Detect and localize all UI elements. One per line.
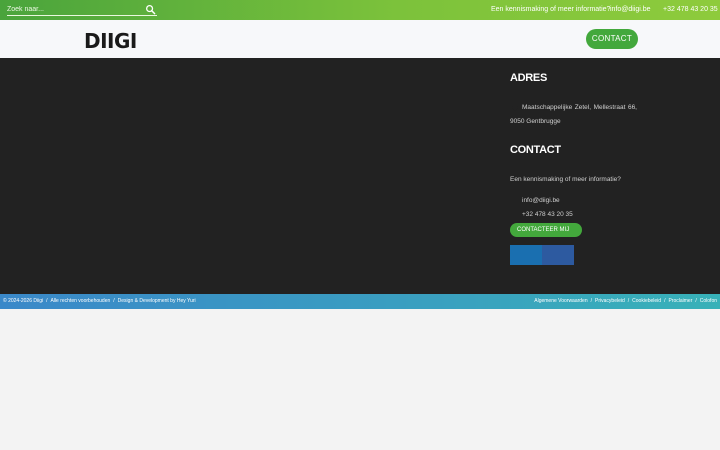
bottom-bar: © 2024-2026 Diigi / Alle rechten voorbehou… xyxy=(0,294,720,309)
mail-icon xyxy=(511,198,519,204)
separator: / xyxy=(46,298,48,304)
footer-phone-link[interactable]: +32 478 43 20 35 xyxy=(522,211,573,218)
link-proclaimer[interactable]: Proclaimer xyxy=(668,298,692,304)
link-colofon[interactable]: Colofon xyxy=(700,298,717,304)
logo-text: DIIGI xyxy=(84,29,137,53)
contact-title: CONTACT xyxy=(510,144,561,156)
facebook-button[interactable] xyxy=(542,245,574,265)
contacteer-button[interactable]: CONTACTEER MIJ xyxy=(510,223,582,237)
credits-link[interactable]: Design & Development by Hey Yuri xyxy=(118,298,196,304)
bottom-links: Algemene Voorwaarden / Privacybeleid / Cooki… xyxy=(534,298,717,304)
contact-button[interactable]: CONTACT xyxy=(586,29,638,49)
page-blank-area xyxy=(0,309,720,450)
bottom-left: © 2024-2026 Diigi / Alle rechten voorbehou… xyxy=(3,298,196,304)
address-line-2: 9050 Gentbrugge xyxy=(510,118,561,125)
top-tagline-link[interactable]: Een kennismaking of meer informatie? xyxy=(491,6,610,13)
top-bar: Een kennismaking of meer informatie? inf… xyxy=(0,0,720,20)
top-email-link[interactable]: info@diigi.be xyxy=(610,6,651,13)
separator: / xyxy=(664,298,666,304)
site-logo[interactable]: DIIGI xyxy=(84,29,137,53)
address-line-1: Maatschappelijke Zetel, Mellestraat 66, xyxy=(522,104,637,111)
contact-tagline: Een kennismaking of meer informatie? xyxy=(510,176,621,183)
linkedin-button[interactable] xyxy=(510,245,542,265)
top-phone-link[interactable]: +32 478 43 20 35 xyxy=(663,6,718,13)
link-privacybeleid[interactable]: Privacybeleid xyxy=(595,298,625,304)
separator: / xyxy=(113,298,115,304)
separator: / xyxy=(590,298,593,304)
link-algemene-voorwaarden[interactable]: Algemene Voorwaarden xyxy=(534,298,587,304)
separator: / xyxy=(627,298,630,304)
search-icon[interactable] xyxy=(145,4,156,15)
search-input[interactable] xyxy=(7,4,142,15)
search-box[interactable] xyxy=(7,4,157,16)
address-title: ADRES xyxy=(510,72,548,84)
copyright-text: © 2024-2026 Diigi xyxy=(3,298,44,304)
phone-icon xyxy=(513,211,517,219)
rights-text: Alle rechten voorbehouden xyxy=(50,298,111,304)
link-cookiebeleid[interactable]: Cookiebeleid xyxy=(632,298,661,304)
footer-email-link[interactable]: info@diigi.be xyxy=(522,197,560,204)
separator: / xyxy=(695,298,697,304)
